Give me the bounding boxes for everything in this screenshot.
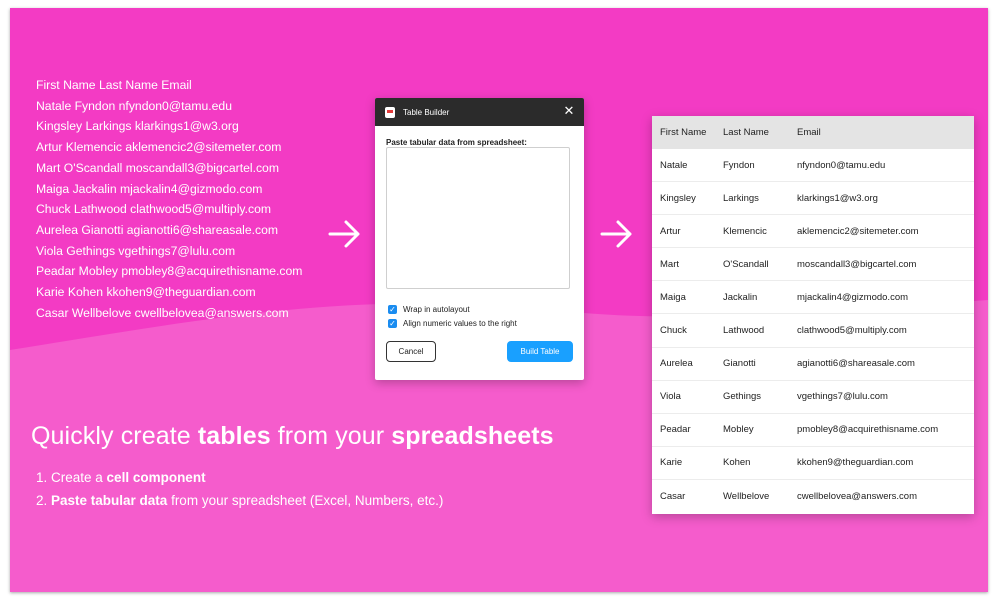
promo-canvas: First Name Last Name Email Natale Fyndon… [10, 8, 988, 592]
align-numeric-option[interactable]: ✓ Align numeric values to the right [388, 319, 517, 328]
wrap-autolayout-label: Wrap in autolayout [403, 305, 470, 314]
step-text: Create a [51, 470, 107, 485]
cancel-button[interactable]: Cancel [386, 341, 436, 362]
table-row: Kingsley Larkings klarkings1@w3.org [652, 182, 974, 216]
table-header-row: First Name Last Name Email [652, 116, 974, 149]
cell-last-name: O'Scandall [723, 258, 769, 270]
header-email: Email [797, 127, 821, 138]
cell-email: nfyndon0@tamu.edu [797, 159, 886, 171]
cell-email: agianotti6@shareasale.com [797, 358, 915, 370]
table-builder-app-icon [385, 106, 395, 118]
table-row: Peadar Mobley pmobley8@acquirethisname.com [652, 414, 974, 447]
plain-text-line: Karie Kohen kkohen9@theguardian.com [36, 285, 256, 300]
build-table-button[interactable]: Build Table [507, 341, 573, 362]
cell-first-name: Chuck [660, 325, 687, 337]
table-row: Mart O'Scandall moscandall3@bigcartel.com [652, 248, 974, 282]
cell-email: kkohen9@theguardian.com [797, 457, 914, 469]
cell-email: klarkings1@w3.org [797, 192, 878, 204]
plain-text-line: Chuck Lathwood clathwood5@multiply.com [36, 202, 272, 217]
cell-email: vgethings7@lulu.com [797, 391, 888, 403]
cell-last-name: Gianotti [723, 358, 756, 370]
cell-last-name: Wellbelove [723, 490, 770, 502]
plain-text-line: First Name Last Name Email [36, 78, 192, 92]
promo-heading: Quickly create tables from your spreadsh… [31, 422, 554, 451]
table-row: Viola Gethings vgethings7@lulu.com [652, 381, 974, 414]
plain-text-line: Artur Klemencic aklemencic2@sitemeter.co… [36, 140, 282, 155]
wrap-autolayout-checkbox[interactable]: ✓ [388, 305, 397, 314]
table-row: Artur Klemencic aklemencic2@sitemeter.com [652, 215, 974, 249]
arrow-right-icon [600, 220, 632, 248]
heading-text: Quickly create [31, 422, 198, 450]
table-builder-dialog: Table Builder ✕ Paste tabular data from … [375, 98, 584, 380]
generated-table: First Name Last Name Email Natale Fyndon n… [652, 116, 974, 514]
cell-email: moscandall3@bigcartel.com [797, 258, 917, 270]
heading-bold-text: spreadsheets [391, 422, 554, 450]
table-row: Karie Kohen kkohen9@theguardian.com [652, 447, 974, 480]
align-numeric-checkbox[interactable]: ✓ [388, 319, 397, 328]
header-first-name: First Name [660, 127, 707, 138]
plain-text-line: Peadar Mobley pmobley8@acquirethisname.c… [36, 264, 303, 279]
step-number: 2. [36, 493, 52, 508]
cell-email: mjackalin4@gizmodo.com [797, 291, 909, 303]
paste-label: Paste tabular data from spreadsheet: [386, 138, 527, 147]
dialog-title: Table Builder [403, 107, 450, 117]
cell-email: cwellbelovea@answers.com [797, 490, 917, 502]
table-row: Maiga Jackalin mjackalin4@gizmodo.com [652, 281, 974, 315]
table-row: Chuck Lathwood clathwood5@multiply.com [652, 314, 974, 348]
plain-text-line: Kingsley Larkings klarkings1@w3.org [36, 119, 239, 134]
cell-email: clathwood5@multiply.com [797, 325, 907, 337]
close-icon[interactable]: ✕ [562, 104, 576, 118]
cell-last-name: Larkings [723, 192, 759, 204]
plain-text-line: Mart O'Scandall moscandall3@bigcartel.co… [36, 160, 279, 175]
cell-first-name: Casar [660, 490, 686, 502]
plain-text-line: Viola Gethings vgethings7@lulu.com [36, 243, 236, 258]
cell-first-name: Kingsley [660, 192, 696, 204]
cell-last-name: Gethings [723, 391, 762, 403]
cell-last-name: Jackalin [723, 291, 758, 303]
cell-last-name: Kohen [723, 457, 751, 469]
plain-text-line: Maiga Jackalin mjackalin4@gizmodo.com [36, 181, 263, 196]
table-row: Casar Wellbelove cwellbelovea@answers.com [652, 480, 974, 513]
table-row: Aurelea Gianotti agianotti6@shareasale.com [652, 348, 974, 381]
cell-first-name: Natale [660, 159, 688, 171]
steps-list: 1. Create a cell component 2. Paste tabu… [36, 466, 443, 512]
plain-text-data-list: First Name Last Name Email Natale Fyndon… [36, 75, 302, 323]
cell-last-name: Lathwood [723, 325, 765, 337]
step-item: 2. Paste tabular data from your spreadsh… [36, 489, 443, 512]
dialog-titlebar: Table Builder ✕ [375, 98, 584, 126]
step-number: 1. [36, 470, 52, 485]
cell-first-name: Artur [660, 225, 681, 237]
step-text: from your spreadsheet (Excel, Numbers, e… [167, 493, 444, 508]
heading-bold-text: tables [197, 422, 271, 450]
step-bold-text: cell component [106, 470, 206, 485]
plain-text-line: Natale Fyndon nfyndon0@tamu.edu [36, 98, 232, 113]
cell-last-name: Mobley [723, 424, 754, 436]
paste-data-textarea[interactable] [386, 147, 570, 289]
wrap-autolayout-option[interactable]: ✓ Wrap in autolayout [388, 305, 470, 314]
header-last-name: Last Name [723, 127, 769, 138]
plain-text-line: Aurelea Gianotti agianotti6@shareasale.c… [36, 222, 279, 237]
step-bold-text: Paste tabular data [51, 493, 168, 508]
cell-email: aklemencic2@sitemeter.com [797, 225, 919, 237]
cell-first-name: Maiga [660, 291, 686, 303]
cell-first-name: Viola [660, 391, 681, 403]
arrow-right-icon [328, 220, 360, 248]
heading-text: from your [270, 422, 392, 450]
cell-first-name: Mart [660, 258, 679, 270]
cell-last-name: Klemencic [723, 225, 767, 237]
plain-text-line: Casar Wellbelove cwellbelovea@answers.co… [36, 305, 289, 320]
cell-email: pmobley8@acquirethisname.com [797, 424, 939, 436]
cell-first-name: Karie [660, 457, 683, 469]
cell-first-name: Aurelea [660, 358, 693, 370]
step-item: 1. Create a cell component [36, 466, 443, 489]
table-row: Natale Fyndon nfyndon0@tamu.edu [652, 149, 974, 183]
cell-last-name: Fyndon [723, 159, 755, 171]
cell-first-name: Peadar [660, 424, 691, 436]
align-numeric-label: Align numeric values to the right [403, 319, 517, 328]
